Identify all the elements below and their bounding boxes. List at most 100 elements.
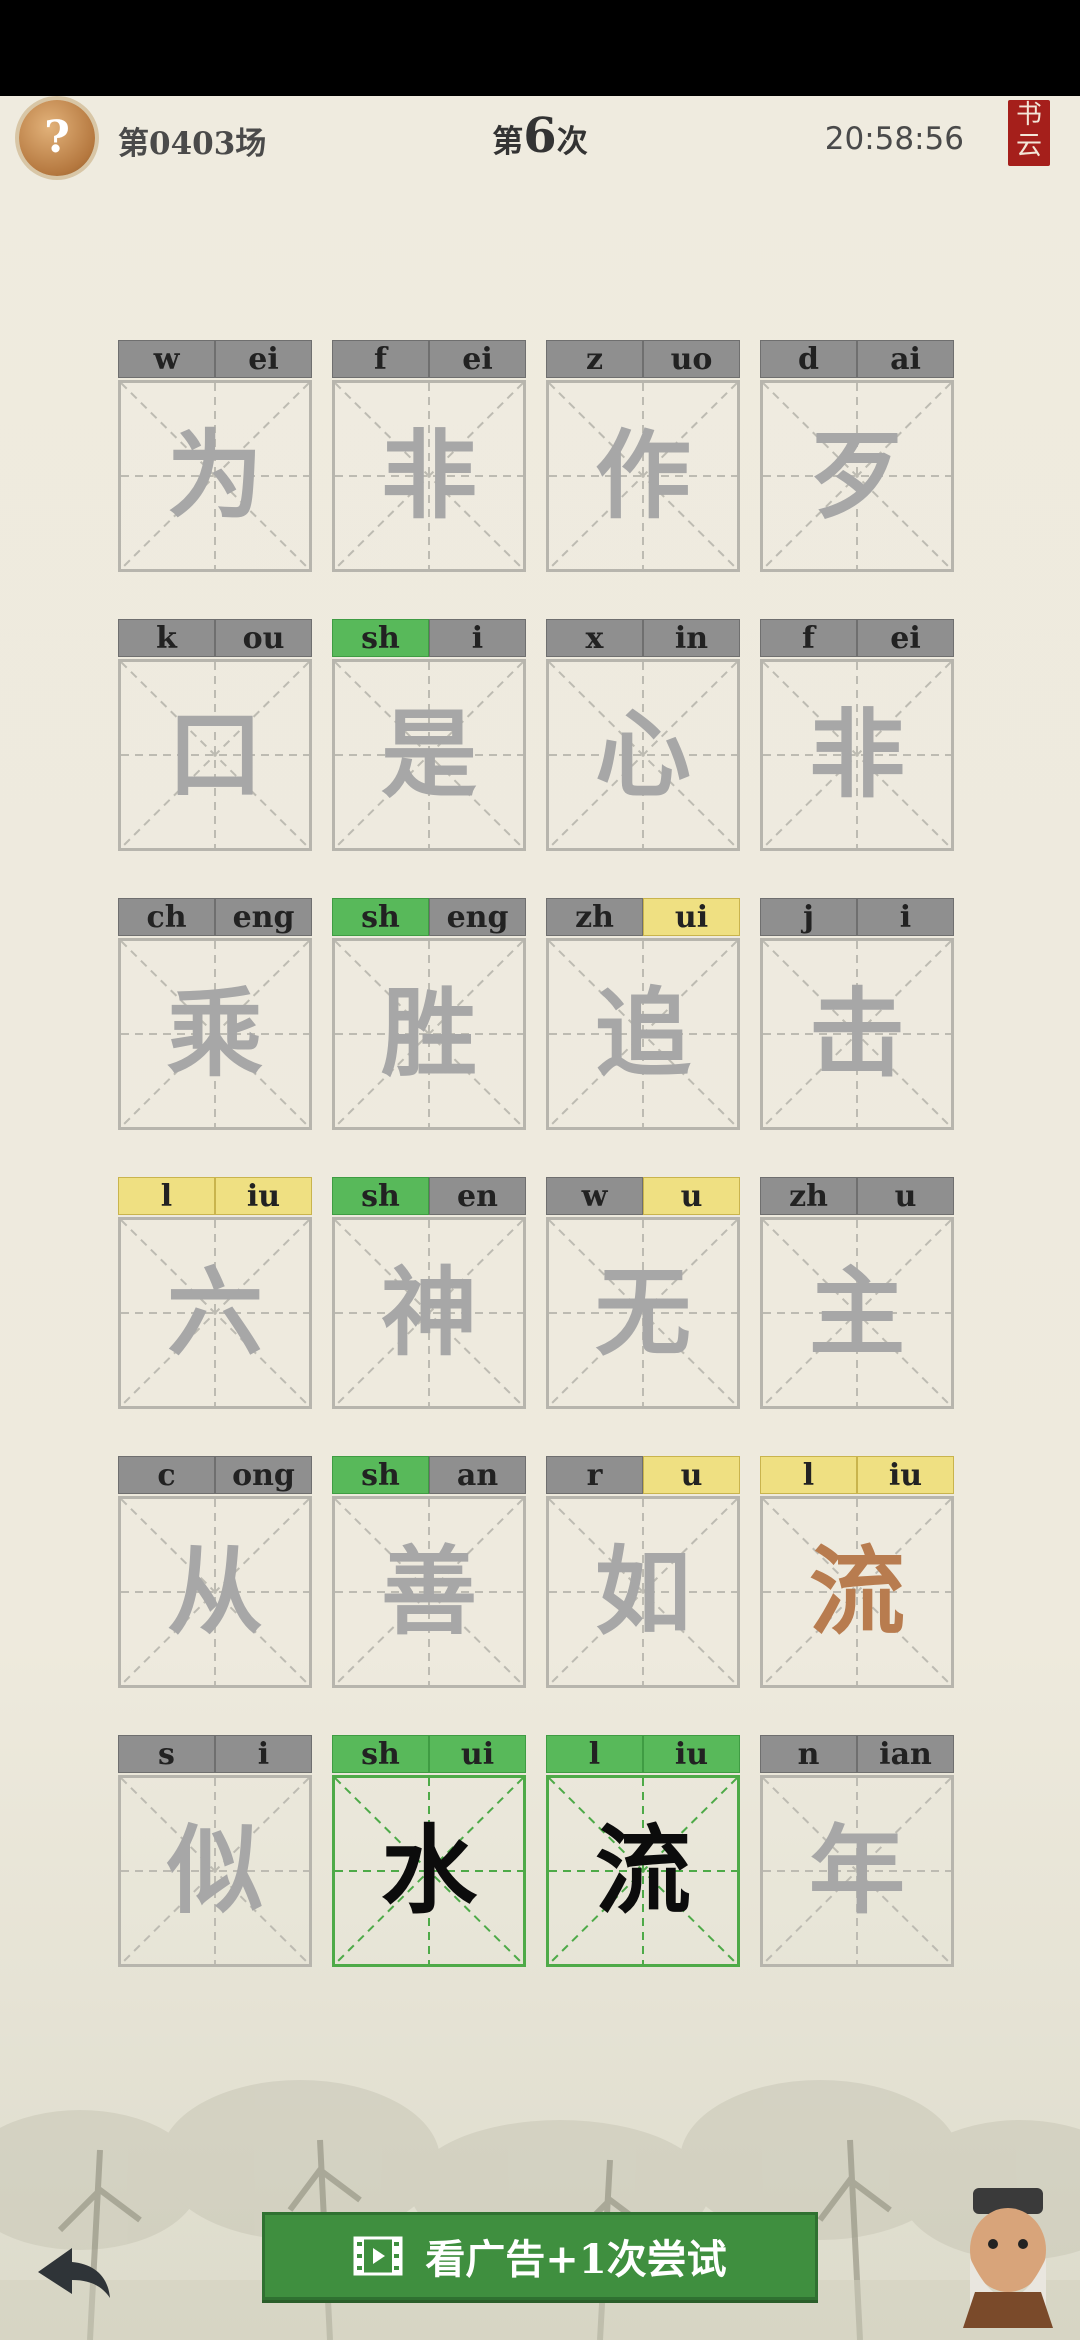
pinyin-initial: l (760, 1456, 857, 1494)
tianzige-box: 胜 (332, 938, 526, 1130)
pinyin-row: d ai (760, 340, 954, 380)
hanzi-character: 心 (595, 698, 691, 811)
pinyin-final: u (643, 1456, 740, 1494)
char-cell[interactable]: f ei 非 (760, 619, 954, 851)
pinyin-final: i (857, 898, 954, 936)
pinyin-row: sh en (332, 1177, 526, 1217)
tianzige-box: 非 (332, 380, 526, 572)
pinyin-initial: sh (332, 898, 429, 936)
char-cell[interactable]: sh eng 胜 (332, 898, 526, 1130)
pinyin-row: c ong (118, 1456, 312, 1496)
char-cell[interactable]: sh ui 水 (332, 1735, 526, 1967)
char-cell[interactable]: sh i 是 (332, 619, 526, 851)
pinyin-final: ei (215, 340, 312, 378)
pinyin-initial: sh (332, 1456, 429, 1494)
pinyin-initial: z (546, 340, 643, 378)
hanzi-character: 非 (381, 419, 477, 532)
pinyin-row: sh an (332, 1456, 526, 1496)
pinyin-row: zh ui (546, 898, 740, 938)
tianzige-box: 心 (546, 659, 740, 851)
pinyin-row: n ian (760, 1735, 954, 1775)
back-arrow-icon[interactable] (34, 2240, 114, 2300)
char-cell[interactable]: l iu 流 (760, 1456, 954, 1688)
char-cell[interactable]: zh ui 追 (546, 898, 740, 1130)
char-cell[interactable]: ru 如 (546, 1456, 740, 1688)
tianzige-box: 从 (118, 1496, 312, 1688)
char-cell[interactable]: sh an 善 (332, 1456, 526, 1688)
char-cell[interactable]: ji 击 (760, 898, 954, 1130)
char-cell[interactable]: k ou 口 (118, 619, 312, 851)
char-cell[interactable]: si 似 (118, 1735, 312, 1967)
tianzige-box: 歹 (760, 380, 954, 572)
app-logo[interactable]: 书云 (1008, 100, 1050, 166)
tianzige-box: 六 (118, 1217, 312, 1409)
pinyin-row: f ei (332, 340, 526, 380)
char-cell[interactable]: d ai 歹 (760, 340, 954, 572)
pinyin-row: w ei (118, 340, 312, 380)
sage-avatar-icon[interactable] (955, 2188, 1061, 2328)
pinyin-final: ian (857, 1735, 954, 1773)
hanzi-character: 作 (595, 419, 691, 532)
tianzige-box: 神 (332, 1217, 526, 1409)
pinyin-initial: l (118, 1177, 215, 1215)
char-cell[interactable]: z uo 作 (546, 340, 740, 572)
char-cell[interactable]: c ong 从 (118, 1456, 312, 1688)
status-bar (0, 0, 1080, 96)
pinyin-initial: w (118, 340, 215, 378)
char-cell[interactable]: w ei 为 (118, 340, 312, 572)
hanzi-character: 是 (381, 698, 477, 811)
char-cell[interactable]: x in 心 (546, 619, 740, 851)
pinyin-initial: sh (332, 619, 429, 657)
hanzi-character: 水 (381, 1814, 477, 1927)
pinyin-final: eng (429, 898, 526, 936)
tianzige-box: 无 (546, 1217, 740, 1409)
hanzi-character: 六 (167, 1256, 263, 1369)
tianzige-box: 年 (760, 1775, 954, 1967)
pinyin-final: ei (429, 340, 526, 378)
tianzige-box: 如 (546, 1496, 740, 1688)
hanzi-character: 流 (595, 1814, 691, 1927)
char-cell[interactable]: l iu 流 (546, 1735, 740, 1967)
pinyin-row: l iu (760, 1456, 954, 1496)
logo-char-bottom: 云 (1015, 131, 1042, 161)
tianzige-box: 善 (332, 1496, 526, 1688)
pinyin-row: z uo (546, 340, 740, 380)
pinyin-final: iu (857, 1456, 954, 1494)
pinyin-final: ui (643, 898, 740, 936)
hanzi-character: 乘 (167, 977, 263, 1090)
pinyin-initial: j (760, 898, 857, 936)
video-film-icon (353, 2236, 403, 2276)
hanzi-character: 年 (809, 1814, 905, 1927)
watch-ad-button[interactable]: 看广告+1次尝试 (262, 2212, 818, 2300)
pinyin-final: uo (643, 340, 740, 378)
pinyin-final: ou (215, 619, 312, 657)
char-cell[interactable]: sh en 神 (332, 1177, 526, 1409)
pinyin-initial: w (546, 1177, 643, 1215)
tianzige-box: 水 (332, 1775, 526, 1967)
pinyin-final: en (429, 1177, 526, 1215)
char-cell[interactable]: ch eng 乘 (118, 898, 312, 1130)
hanzi-character: 从 (167, 1535, 263, 1648)
hanzi-character: 神 (381, 1256, 477, 1369)
char-cell[interactable]: wu 无 (546, 1177, 740, 1409)
char-cell[interactable]: f ei 非 (332, 340, 526, 572)
tianzige-box: 似 (118, 1775, 312, 1967)
pinyin-final: ong (215, 1456, 312, 1494)
pinyin-row: f ei (760, 619, 954, 659)
char-cell[interactable]: n ian 年 (760, 1735, 954, 1967)
pinyin-initial: sh (332, 1177, 429, 1215)
pinyin-row: l iu (546, 1735, 740, 1775)
pinyin-row: l iu (118, 1177, 312, 1217)
tianzige-box: 作 (546, 380, 740, 572)
pinyin-final: u (643, 1177, 740, 1215)
pinyin-row: sh i (332, 619, 526, 659)
hanzi-character: 口 (167, 698, 263, 811)
hanzi-character: 无 (595, 1256, 691, 1369)
clock: 20:58:56 (824, 121, 964, 157)
pinyin-final: an (429, 1456, 526, 1494)
pinyin-final: in (643, 619, 740, 657)
pinyin-row: ch eng (118, 898, 312, 938)
char-cell[interactable]: l iu 六 (118, 1177, 312, 1409)
pinyin-row: zh u (760, 1177, 954, 1217)
char-cell[interactable]: zh u 主 (760, 1177, 954, 1409)
